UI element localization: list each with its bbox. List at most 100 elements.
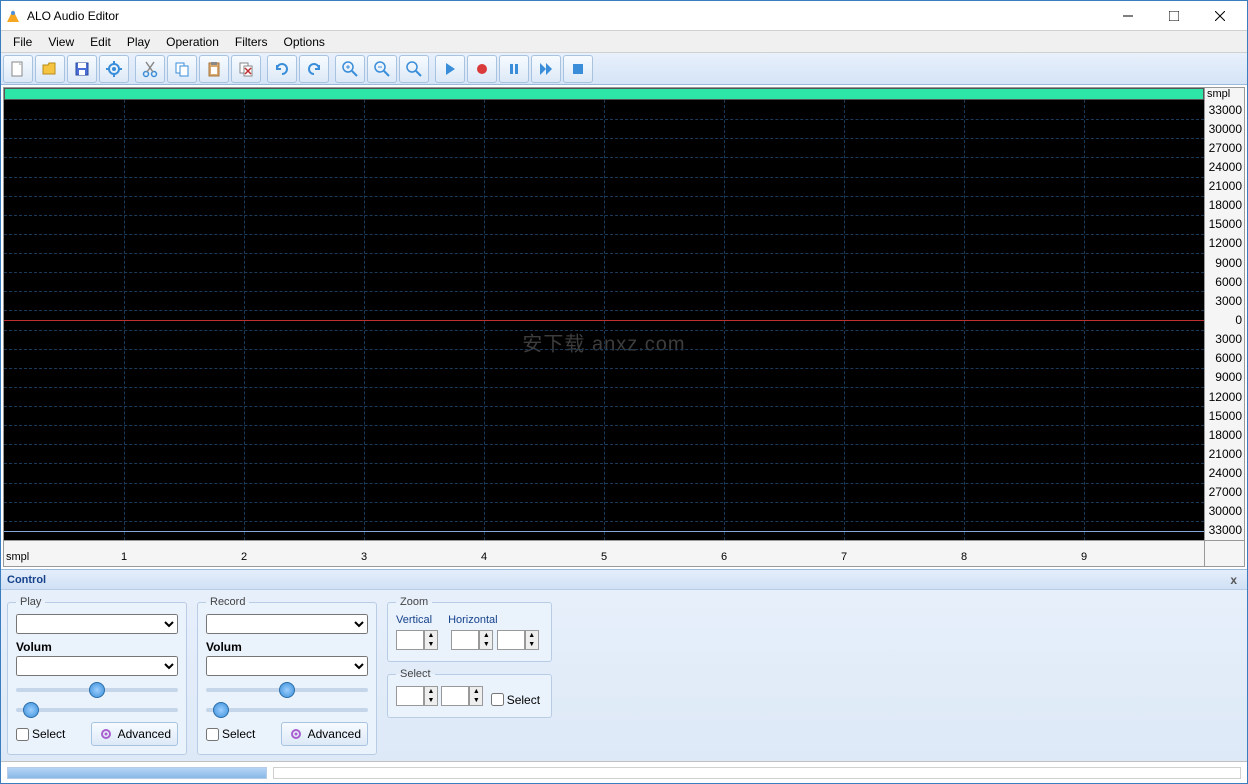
minimize-button[interactable] [1105, 2, 1151, 30]
waveform-area: smpl 安下载 anxz.com 3300030000270002400021… [3, 87, 1245, 567]
menu-play[interactable]: Play [119, 33, 158, 51]
y-tick: 24000 [1209, 160, 1242, 174]
stop-icon [569, 60, 587, 78]
zoom-horizontal-label: Horizontal [448, 614, 498, 626]
record-icon [473, 60, 491, 78]
record-advanced-button[interactable]: Advanced [281, 722, 368, 746]
delete-icon [237, 60, 255, 78]
y-tick: 9000 [1215, 256, 1242, 270]
select-checkbox[interactable]: Select [491, 693, 540, 707]
y-tick: 6000 [1215, 351, 1242, 365]
zoom-vertical-label: Vertical [396, 614, 432, 626]
x-tick: 9 [1081, 551, 1087, 563]
toolbar-open[interactable] [35, 55, 65, 83]
play-label: Play [16, 596, 45, 608]
pause-icon [505, 60, 523, 78]
y-tick: 24000 [1209, 466, 1242, 480]
select-from-spinner[interactable]: ▲▼ [424, 686, 438, 706]
forward-icon [537, 60, 555, 78]
toolbar-zoom-in[interactable] [335, 55, 365, 83]
cut-icon [141, 60, 159, 78]
toolbar-undo[interactable] [267, 55, 297, 83]
play-advanced-button[interactable]: Advanced [91, 722, 178, 746]
overview-bar[interactable] [4, 88, 1204, 100]
select-to-spinner[interactable]: ▲▼ [469, 686, 483, 706]
y-tick: 15000 [1209, 409, 1242, 423]
zoom-label: Zoom [396, 596, 432, 608]
progress-bar [7, 767, 267, 779]
toolbar-save[interactable] [67, 55, 97, 83]
toolbar-redo[interactable] [299, 55, 329, 83]
y-tick: 9000 [1215, 370, 1242, 384]
x-tick: 7 [841, 551, 847, 563]
record-device-select[interactable] [206, 614, 368, 634]
gear-icon [288, 726, 304, 742]
menu-filters[interactable]: Filters [227, 33, 276, 51]
y-tick: 6000 [1215, 275, 1242, 289]
redo-icon [305, 60, 323, 78]
toolbar-copy[interactable] [167, 55, 197, 83]
close-button[interactable] [1197, 2, 1243, 30]
play-device-select[interactable] [16, 614, 178, 634]
record-volume-select[interactable] [206, 656, 368, 676]
play-volume-select[interactable] [16, 656, 178, 676]
record-label: Record [206, 596, 249, 608]
toolbar-new[interactable] [3, 55, 33, 83]
y-tick: 12000 [1209, 236, 1242, 250]
toolbar-stop[interactable] [563, 55, 593, 83]
zoom-vertical-spinner[interactable]: ▲▼ [424, 630, 438, 650]
select-to-input[interactable] [441, 686, 469, 706]
save-icon [73, 60, 91, 78]
toolbar-cut[interactable] [135, 55, 165, 83]
zoom-horizontal-spinner-2[interactable]: ▲▼ [525, 630, 539, 650]
toolbar-settings[interactable] [99, 55, 129, 83]
x-tick: 2 [241, 551, 247, 563]
menu-file[interactable]: File [5, 33, 40, 51]
zoom-vertical-input[interactable] [396, 630, 424, 650]
waveform-canvas[interactable]: 安下载 anxz.com [4, 100, 1204, 540]
menu-view[interactable]: View [40, 33, 82, 51]
menu-edit[interactable]: Edit [82, 33, 119, 51]
x-unit-label: smpl [6, 551, 29, 563]
record-select-checkbox[interactable]: Select [206, 727, 255, 741]
gear-icon [98, 726, 114, 742]
x-tick: 1 [121, 551, 127, 563]
control-panel: Control x Play Volum Select Advanced Rec… [1, 569, 1247, 761]
menu-options[interactable]: Options [276, 33, 333, 51]
play-volume-slider[interactable] [16, 688, 178, 692]
menu-operation[interactable]: Operation [158, 33, 227, 51]
y-unit-label: smpl [1204, 88, 1244, 100]
y-tick: 12000 [1209, 390, 1242, 404]
y-tick: 18000 [1209, 428, 1242, 442]
zoom-out-icon [373, 60, 391, 78]
y-tick: 27000 [1209, 485, 1242, 499]
record-balance-slider[interactable] [206, 708, 368, 712]
zoom-horizontal-input-1[interactable] [451, 630, 479, 650]
play-volume-label: Volum [16, 640, 178, 654]
y-tick: 18000 [1209, 198, 1242, 212]
play-icon [441, 60, 459, 78]
play-select-checkbox[interactable]: Select [16, 727, 65, 741]
play-balance-slider[interactable] [16, 708, 178, 712]
toolbar-forward[interactable] [531, 55, 561, 83]
select-from-input[interactable] [396, 686, 424, 706]
zoom-horizontal-spinner-1[interactable]: ▲▼ [479, 630, 493, 650]
y-tick: 15000 [1209, 217, 1242, 231]
zoom-horizontal-input-2[interactable] [497, 630, 525, 650]
zoom-icon [405, 60, 423, 78]
control-close-button[interactable]: x [1226, 573, 1241, 587]
toolbar-pause[interactable] [499, 55, 529, 83]
toolbar-record[interactable] [467, 55, 497, 83]
record-group: Record Volum Select Advanced [197, 596, 377, 755]
toolbar-delete[interactable] [231, 55, 261, 83]
toolbar-play[interactable] [435, 55, 465, 83]
statusbar [1, 761, 1247, 783]
undo-icon [273, 60, 291, 78]
toolbar-paste[interactable] [199, 55, 229, 83]
menubar: File View Edit Play Operation Filters Op… [1, 31, 1247, 53]
toolbar-zoom-out[interactable] [367, 55, 397, 83]
record-volume-slider[interactable] [206, 688, 368, 692]
x-tick: 8 [961, 551, 967, 563]
toolbar-zoom[interactable] [399, 55, 429, 83]
maximize-button[interactable] [1151, 2, 1197, 30]
